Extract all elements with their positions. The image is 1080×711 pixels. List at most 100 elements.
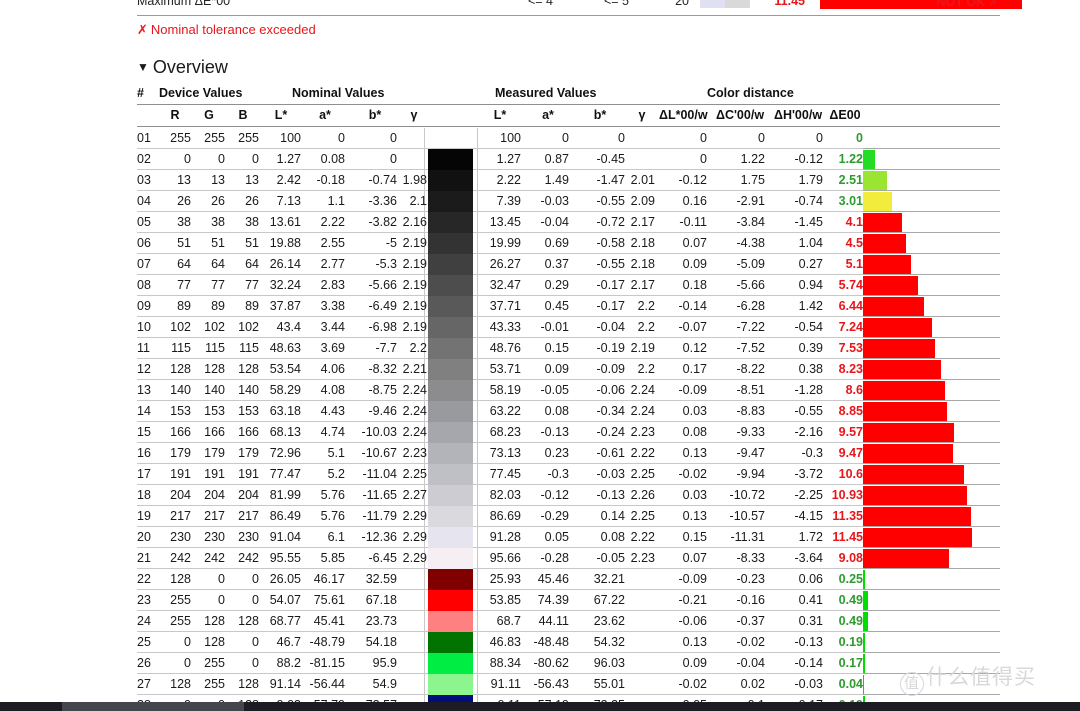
table-row[interactable]: 17 191 191 191 77.47 5.2 -11.04 2.25 77.45 -0.3 -0… bbox=[137, 464, 1000, 485]
table-row[interactable]: 25 0 128 0 46.7 -48.79 54.18 46.83 -48.48 54.32 0.… bbox=[137, 632, 1000, 653]
delta-e-bar bbox=[863, 276, 918, 295]
cell-mb: -0.72 bbox=[596, 215, 626, 229]
cell-ma: 0.69 bbox=[544, 236, 569, 250]
table-row[interactable]: 21 242 242 242 95.55 5.85 -6.45 2.29 95.66 -0.28 -… bbox=[137, 548, 1000, 569]
table-row[interactable]: 14 153 153 153 63.18 4.43 -9.46 2.24 63.22 0.08 -0… bbox=[137, 401, 1000, 422]
table-row[interactable]: 18 204 204 204 81.99 5.76 -11.65 2.27 82.03 -0.12… bbox=[137, 485, 1000, 506]
cell-b: 140 bbox=[238, 383, 259, 397]
delta-e-bar bbox=[863, 549, 950, 568]
cell-dH: -0.03 bbox=[794, 677, 824, 691]
cell-mL: 91.28 bbox=[489, 530, 521, 544]
color-swatch bbox=[428, 296, 473, 317]
cell-dH: -0.14 bbox=[794, 656, 824, 670]
table-row[interactable]: 11 115 115 115 48.63 3.69 -7.7 2.2 48.76 0.15 -0.1… bbox=[137, 338, 1000, 359]
table-row[interactable]: 26 0 255 0 88.2 -81.15 95.9 88.34 -80.62 96.03 0.0… bbox=[137, 653, 1000, 674]
cell-idx: 18 bbox=[137, 488, 151, 502]
table-row[interactable]: 09 89 89 89 37.87 3.38 -6.49 2.19 37.71 0.45 -0.17… bbox=[137, 296, 1000, 317]
cell-ma: 0.45 bbox=[544, 299, 569, 313]
column-header: b* bbox=[593, 108, 607, 122]
delta-e-bar bbox=[863, 633, 865, 652]
cell-idx: 13 bbox=[137, 383, 151, 397]
cell-na: 45.41 bbox=[313, 614, 345, 628]
summary-value: 11.45 bbox=[774, 0, 805, 8]
cell-r: 166 bbox=[170, 425, 191, 439]
cell-ma: 0 bbox=[562, 131, 569, 145]
cell-r: 13 bbox=[177, 173, 191, 187]
cell-ma: -0.29 bbox=[540, 509, 570, 523]
cell-dL: 0.03 bbox=[682, 404, 707, 418]
cell-g: 102 bbox=[204, 320, 225, 334]
table-row[interactable]: 01 255 255 255 100 0 0 100 0 0 0 0 0 0 bbox=[137, 128, 1000, 149]
cell-dH: 1.79 bbox=[798, 173, 823, 187]
table-row[interactable]: 06 51 51 51 19.88 2.55 -5 2.19 19.99 0.69 -0.58 2.1… bbox=[137, 233, 1000, 254]
cell-na: 6.1 bbox=[327, 530, 345, 544]
cell-dL: 0.15 bbox=[682, 530, 707, 544]
cell-ng: 2.19 bbox=[402, 320, 427, 334]
cell-g: 51 bbox=[211, 236, 225, 250]
overview-section-header[interactable]: ▼ Overview bbox=[137, 57, 228, 78]
cell-delta-e: 10.6 bbox=[838, 467, 863, 481]
cell-delta-e: 7.53 bbox=[838, 341, 863, 355]
table-row[interactable]: 05 38 38 38 13.61 2.22 -3.82 2.16 13.45 -0.04 -0.7… bbox=[137, 212, 1000, 233]
triangle-down-icon: ▼ bbox=[137, 60, 149, 74]
table-row[interactable]: 20 230 230 230 91.04 6.1 -12.36 2.29 91.28 0.05 0.… bbox=[137, 527, 1000, 548]
table-row[interactable]: 23 255 0 0 54.07 75.61 67.18 53.85 74.39 67.22 -0.… bbox=[137, 590, 1000, 611]
table-row[interactable]: 16 179 179 179 72.96 5.1 -10.67 2.23 73.13 0.23 -0… bbox=[137, 443, 1000, 464]
table-row[interactable]: 12 128 128 128 53.54 4.06 -8.32 2.21 53.71 0.09 -0… bbox=[137, 359, 1000, 380]
cell-mg: 2.17 bbox=[630, 215, 655, 229]
cell-dH: 0.27 bbox=[798, 257, 823, 271]
cell-mL: 95.66 bbox=[489, 551, 521, 565]
table-row[interactable]: 10 102 102 102 43.4 3.44 -6.98 2.19 43.33 -0.01 -0… bbox=[137, 317, 1000, 338]
color-swatch bbox=[428, 674, 473, 695]
table-row[interactable]: 27 128 255 128 91.14 -56.44 54.9 91.11 -56.43 55.… bbox=[137, 674, 1000, 695]
delta-e-bar bbox=[863, 507, 971, 526]
table-row[interactable]: 08 77 77 77 32.24 2.83 -5.66 2.19 32.47 0.29 -0.17… bbox=[137, 275, 1000, 296]
table-row[interactable]: 13 140 140 140 58.29 4.08 -8.75 2.24 58.19 -0.05 -… bbox=[137, 380, 1000, 401]
cell-b: 0 bbox=[252, 593, 259, 607]
cell-dH: 0.41 bbox=[798, 593, 823, 607]
cell-na: 4.06 bbox=[320, 362, 345, 376]
cell-dL: 0.07 bbox=[682, 236, 707, 250]
cell-nb: -6.45 bbox=[368, 551, 398, 565]
table-row[interactable]: 07 64 64 64 26.14 2.77 -5.3 2.19 26.27 0.37 -0.55 2… bbox=[137, 254, 1000, 275]
overview-table[interactable]: # Device Values Nominal Values Measured Val… bbox=[137, 86, 1000, 711]
cell-mg: 2.23 bbox=[630, 425, 655, 439]
cell-ma: 0.15 bbox=[544, 341, 569, 355]
table-row[interactable]: 02 0 0 0 1.27 0.08 0 1.27 0.87 -0.45 0 1.22 -0.12 1.2… bbox=[137, 149, 1000, 170]
table-row[interactable]: 22 128 0 0 26.05 46.17 32.59 25.93 45.46 32.21 -0.… bbox=[137, 569, 1000, 590]
cell-dL: 0.13 bbox=[682, 509, 707, 523]
cell-idx: 26 bbox=[137, 656, 151, 670]
cell-b: 0 bbox=[252, 152, 259, 166]
column-header: ΔL*00/w bbox=[659, 108, 708, 122]
cell-dH: 0.06 bbox=[798, 572, 823, 586]
cell-dL: -0.14 bbox=[678, 299, 708, 313]
cell-idx: 20 bbox=[137, 530, 151, 544]
column-separator bbox=[477, 359, 478, 380]
cell-g: 166 bbox=[204, 425, 225, 439]
column-header: G bbox=[204, 108, 214, 122]
cell-mb: -0.17 bbox=[596, 299, 626, 313]
cell-nb: -9.46 bbox=[368, 404, 398, 418]
cell-mb: -0.03 bbox=[596, 467, 626, 481]
cell-g: 204 bbox=[204, 488, 225, 502]
cell-nb: -10.67 bbox=[361, 446, 397, 460]
cell-ma: 0.37 bbox=[544, 257, 569, 271]
column-separator bbox=[424, 128, 425, 149]
column-separator bbox=[477, 485, 478, 506]
cell-ma: 1.49 bbox=[544, 173, 569, 187]
table-row[interactable]: 19 217 217 217 86.49 5.76 -11.79 2.29 86.69 -0.29… bbox=[137, 506, 1000, 527]
table-row[interactable]: 24 255 128 128 68.77 45.41 23.73 68.7 44.11 23.62… bbox=[137, 611, 1000, 632]
cell-ma: 0.09 bbox=[544, 362, 569, 376]
table-row[interactable]: 15 166 166 166 68.13 4.74 -10.03 2.24 68.23 -0.13… bbox=[137, 422, 1000, 443]
column-separator bbox=[477, 233, 478, 254]
cell-b: 153 bbox=[238, 404, 259, 418]
cell-na: 0 bbox=[338, 131, 345, 145]
delta-e-bar bbox=[863, 486, 967, 505]
cell-nb: -8.75 bbox=[368, 383, 398, 397]
delta-e-bar bbox=[863, 339, 935, 358]
table-row[interactable]: 03 13 13 13 2.42 -0.18 -0.74 1.98 2.22 1.49 -1.47 2… bbox=[137, 170, 1000, 191]
cell-mb: -0.04 bbox=[596, 320, 626, 334]
table-row[interactable]: 04 26 26 26 7.13 1.1 -3.36 2.1 7.39 -0.03 -0.55 2.0… bbox=[137, 191, 1000, 212]
color-swatch bbox=[428, 464, 473, 485]
delta-e-bar bbox=[863, 318, 932, 337]
